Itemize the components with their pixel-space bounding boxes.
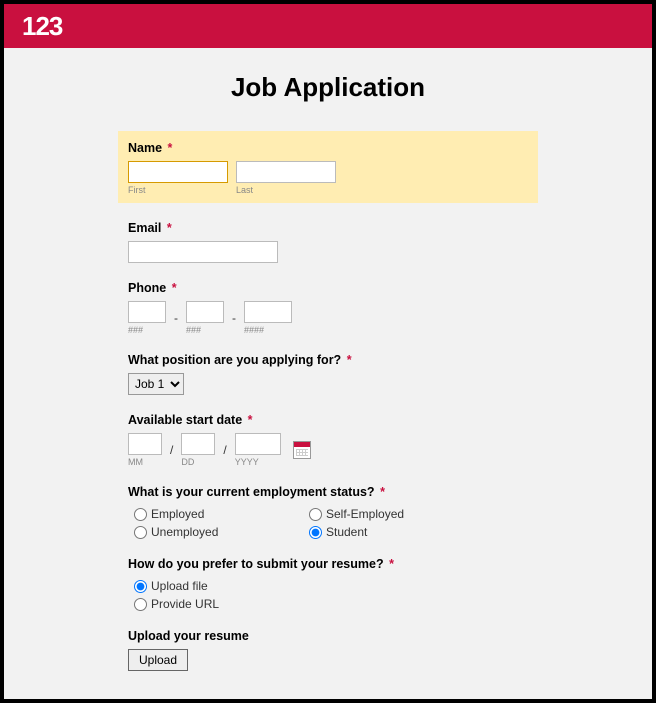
field-position: What position are you applying for? * Jo… xyxy=(128,353,528,395)
position-label: What position are you applying for? * xyxy=(128,353,528,367)
last-name-input[interactable] xyxy=(236,161,336,183)
brand-logo: 123 xyxy=(22,11,62,42)
start-date-label: Available start date * xyxy=(128,413,528,427)
name-label-text: Name xyxy=(128,141,162,155)
name-label: Name * xyxy=(128,141,528,155)
start-date-label-text: Available start date xyxy=(128,413,242,427)
date-sub-dd: DD xyxy=(181,457,215,467)
radio-unemployed-input[interactable] xyxy=(134,526,147,539)
required-marker: * xyxy=(168,141,173,155)
email-label-text: Email xyxy=(128,221,161,235)
phone-sep: - xyxy=(174,311,178,325)
form-page: Job Application Name * First Last xyxy=(4,48,652,699)
phone-sub3: #### xyxy=(244,325,292,335)
radio-provide-url-label: Provide URL xyxy=(151,597,219,611)
date-sep: / xyxy=(223,443,226,457)
radio-upload-file[interactable]: Upload file xyxy=(134,579,528,593)
radio-employed-label: Employed xyxy=(151,507,204,521)
position-label-text: What position are you applying for? xyxy=(128,353,341,367)
phone-sub1: ### xyxy=(128,325,166,335)
phone-sep: - xyxy=(232,311,236,325)
required-marker: * xyxy=(389,557,394,571)
required-marker: * xyxy=(380,485,385,499)
employment-status-label-text: What is your current employment status? xyxy=(128,485,375,499)
radio-unemployed-label: Unemployed xyxy=(151,525,218,539)
required-marker: * xyxy=(172,281,177,295)
radio-self-employed-input[interactable] xyxy=(309,508,322,521)
resume-method-label: How do you prefer to submit your resume?… xyxy=(128,557,528,571)
job-application-form: Name * First Last Email xyxy=(128,131,528,671)
radio-provide-url[interactable]: Provide URL xyxy=(134,597,528,611)
date-day-input[interactable] xyxy=(181,433,215,455)
first-name-sublabel: First xyxy=(128,185,228,195)
phone-line-input[interactable] xyxy=(244,301,292,323)
radio-employed[interactable]: Employed xyxy=(134,507,309,521)
field-upload: Upload your resume Upload xyxy=(128,629,528,671)
radio-self-employed[interactable]: Self-Employed xyxy=(309,507,484,521)
date-sep: / xyxy=(170,443,173,457)
radio-student-label: Student xyxy=(326,525,367,539)
field-employment-status: What is your current employment status? … xyxy=(128,485,528,539)
page-title: Job Application xyxy=(4,72,652,103)
radio-provide-url-input[interactable] xyxy=(134,598,147,611)
date-sub-yyyy: YYYY xyxy=(235,457,281,467)
phone-area-input[interactable] xyxy=(128,301,166,323)
required-marker: * xyxy=(167,221,172,235)
radio-self-employed-label: Self-Employed xyxy=(326,507,404,521)
phone-label: Phone * xyxy=(128,281,528,295)
employment-status-label: What is your current employment status? … xyxy=(128,485,528,499)
position-select[interactable]: Job 1 xyxy=(128,373,184,395)
radio-employed-input[interactable] xyxy=(134,508,147,521)
first-name-input[interactable] xyxy=(128,161,228,183)
date-year-input[interactable] xyxy=(235,433,281,455)
upload-label: Upload your resume xyxy=(128,629,528,643)
email-label: Email * xyxy=(128,221,528,235)
phone-label-text: Phone xyxy=(128,281,166,295)
field-start-date: Available start date * MM / DD / xyxy=(128,413,528,467)
radio-upload-file-input[interactable] xyxy=(134,580,147,593)
phone-prefix-input[interactable] xyxy=(186,301,224,323)
resume-method-label-text: How do you prefer to submit your resume? xyxy=(128,557,384,571)
radio-student[interactable]: Student xyxy=(309,525,484,539)
app-header: 123 xyxy=(4,4,652,48)
date-sub-mm: MM xyxy=(128,457,162,467)
required-marker: * xyxy=(248,413,253,427)
field-name: Name * First Last xyxy=(118,131,538,203)
radio-unemployed[interactable]: Unemployed xyxy=(134,525,309,539)
upload-label-text: Upload your resume xyxy=(128,629,249,643)
calendar-icon[interactable] xyxy=(293,441,311,459)
email-input[interactable] xyxy=(128,241,278,263)
date-month-input[interactable] xyxy=(128,433,162,455)
phone-sub2: ### xyxy=(186,325,224,335)
required-marker: * xyxy=(347,353,352,367)
field-email: Email * xyxy=(128,221,528,263)
radio-student-input[interactable] xyxy=(309,526,322,539)
last-name-sublabel: Last xyxy=(236,185,336,195)
upload-button[interactable]: Upload xyxy=(128,649,188,671)
field-resume-method: How do you prefer to submit your resume?… xyxy=(128,557,528,611)
radio-upload-file-label: Upload file xyxy=(151,579,208,593)
field-phone: Phone * ### - ### - ## xyxy=(128,281,528,335)
